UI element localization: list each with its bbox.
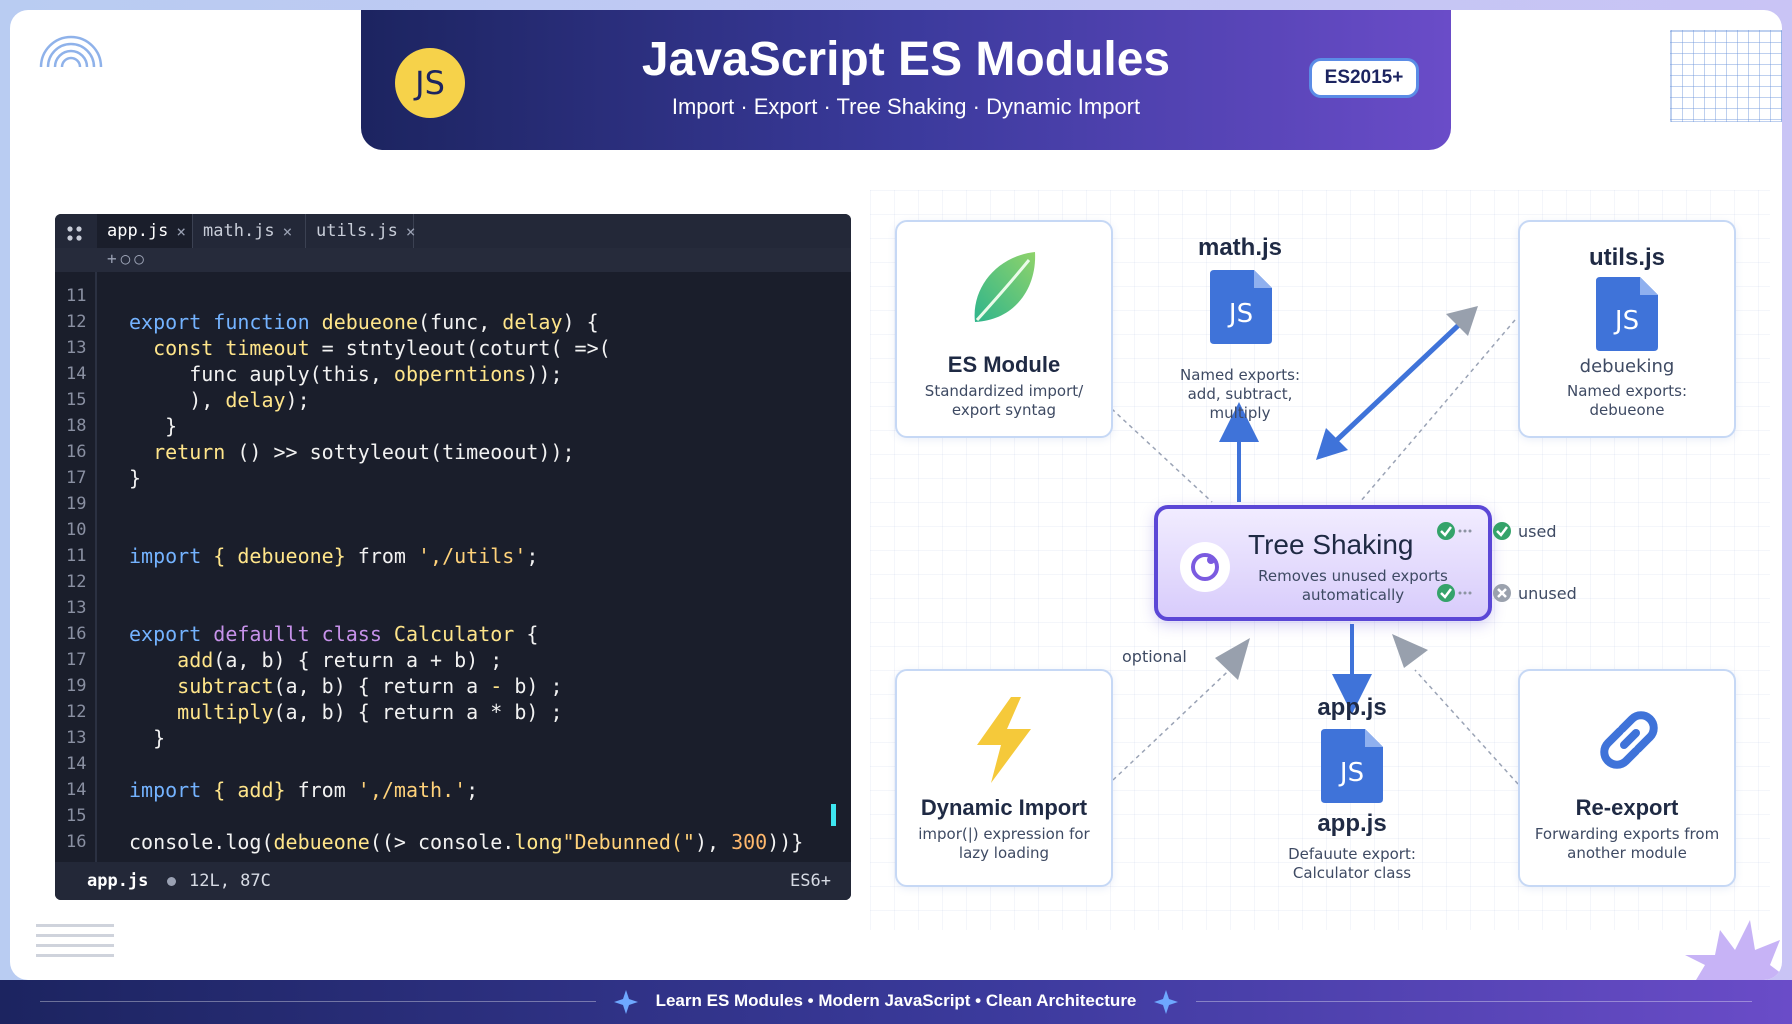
file-icon-text: JS bbox=[1613, 306, 1639, 336]
footer-banner: Learn ES Modules • Modern JavaScript • C… bbox=[0, 980, 1792, 1024]
sparkle-icon bbox=[1154, 990, 1178, 1014]
legend-unused-icon bbox=[1493, 584, 1511, 602]
check-unused-icon bbox=[1437, 584, 1472, 602]
file-label-math: math.js bbox=[1197, 234, 1283, 261]
check-used-icon bbox=[1437, 522, 1472, 540]
card-description: Standardized import/ export syntag bbox=[924, 382, 1084, 419]
file-label-app-top: app.js bbox=[1317, 694, 1387, 721]
tree-shaking-icon bbox=[1180, 542, 1230, 592]
link-chain-icon bbox=[1600, 711, 1658, 769]
js-file-icon[interactable]: JS bbox=[1210, 270, 1272, 344]
file-icon-text: JS bbox=[1227, 299, 1253, 329]
card-description: Named exports: debueone bbox=[1567, 382, 1687, 419]
footer-divider bbox=[1196, 1001, 1752, 1002]
canvas: JS JavaScript ES Modules Import · Export… bbox=[10, 10, 1782, 980]
card-title: Dynamic Import bbox=[920, 795, 1088, 820]
file-desc-app: Defauute export: Calculator class bbox=[1288, 845, 1416, 882]
card-dynamic-import[interactable]: Dynamic Import impor(|) expression for l… bbox=[895, 669, 1113, 887]
card-title: ES Module bbox=[947, 352, 1061, 377]
optional-label: optional bbox=[1122, 647, 1187, 666]
file-icon-text: JS bbox=[1338, 758, 1364, 788]
card-es-module[interactable]: ES Module Standardized import/ export sy… bbox=[895, 220, 1113, 438]
tree-shaking-title: Tree Shaking bbox=[1248, 529, 1414, 560]
file-label-app-bottom: app.js bbox=[1317, 810, 1387, 837]
js-file-icon: JS bbox=[1596, 277, 1658, 351]
js-file-icon[interactable]: JS bbox=[1321, 729, 1383, 803]
file-desc-math: Named exports: add, subtract, multiply bbox=[1180, 366, 1300, 422]
lightning-icon bbox=[977, 697, 1031, 783]
legend-unused-label: unused bbox=[1518, 584, 1577, 603]
card-re-export[interactable]: Re-export Forwarding exports from anothe… bbox=[1518, 669, 1736, 887]
card-description: Forwarding exports from another module bbox=[1534, 825, 1720, 862]
leaf-icon bbox=[974, 252, 1036, 322]
file-label-utils: utils.js bbox=[1588, 244, 1666, 271]
card-subtitle: debueking bbox=[1579, 356, 1675, 377]
card-description: impor(|) expression for lazy loading bbox=[918, 825, 1090, 862]
card-title: Re-export bbox=[1575, 795, 1679, 820]
legend-used-label: used bbox=[1518, 522, 1557, 541]
legend-used-icon bbox=[1493, 522, 1511, 540]
card-utils-js[interactable]: utils.js JS debueking Named exports: deb… bbox=[1518, 220, 1736, 438]
